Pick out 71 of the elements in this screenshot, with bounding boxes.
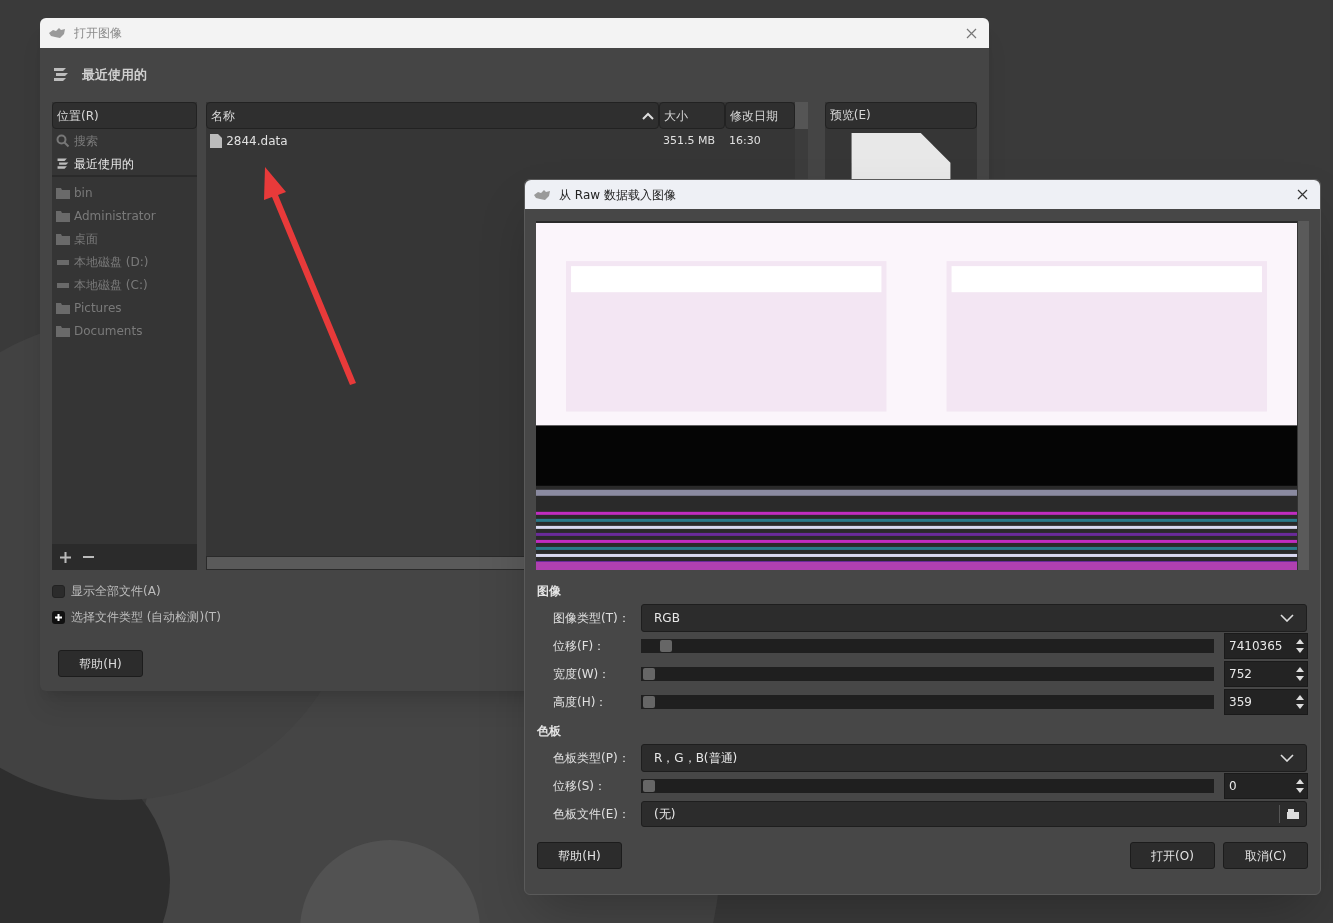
file-size: 351.5 MB	[661, 132, 716, 149]
slider-track[interactable]	[641, 695, 1214, 709]
section-title: 图像	[537, 583, 562, 600]
expander-icon[interactable]	[52, 610, 65, 624]
decrement-icon[interactable]	[1296, 788, 1304, 794]
slider-track[interactable]	[641, 667, 1214, 681]
increment-icon[interactable]	[1296, 778, 1304, 784]
slider-track[interactable]	[641, 779, 1214, 793]
folder-icon	[56, 186, 70, 199]
field-label: 色板类型(P)：	[552, 750, 631, 767]
number-field[interactable]: 0	[1224, 773, 1308, 799]
column-header[interactable]: 位置(R)	[52, 102, 198, 129]
add-icon[interactable]	[60, 551, 71, 563]
number-field[interactable]: 752	[1224, 661, 1308, 687]
field-label: 宽度(W)：	[552, 666, 612, 683]
window-title: 打开图像	[74, 25, 122, 42]
column-header[interactable]: 大小	[658, 102, 725, 129]
decrement-icon[interactable]	[1296, 676, 1304, 682]
column-header[interactable]: 名称	[206, 102, 659, 129]
slider-track[interactable]	[641, 639, 1214, 653]
field-label: 位移(F)：	[552, 638, 607, 655]
increment-icon[interactable]	[1296, 694, 1304, 700]
decrement-icon[interactable]	[1296, 648, 1304, 654]
file-modified: 16:30	[727, 132, 762, 149]
scrollbar[interactable]	[1297, 221, 1309, 570]
remove-icon[interactable]	[83, 555, 94, 559]
dropdown[interactable]: RGB	[641, 604, 1307, 632]
app-icon	[48, 27, 66, 39]
column-header[interactable]: 修改日期	[724, 102, 795, 129]
window-title: 从 Raw 数据载入图像	[559, 186, 676, 204]
stack-icon	[56, 156, 70, 171]
chevron-down-icon	[1280, 614, 1294, 622]
field-label: 图像类型(T)：	[552, 610, 631, 627]
checkbox[interactable]	[52, 584, 65, 598]
section-title: 色板	[537, 723, 562, 740]
sort-icon[interactable]	[641, 111, 654, 120]
file-field[interactable]: (无)	[641, 801, 1307, 827]
stack-icon	[52, 66, 70, 84]
app-icon	[533, 188, 551, 201]
number-field[interactable]: 359	[1224, 689, 1308, 715]
option-label[interactable]: 显示全部文件(A)	[71, 582, 161, 600]
option-label[interactable]: 选择文件类型 (自动检测)(T)	[71, 608, 221, 626]
folder-icon	[56, 232, 70, 245]
search-icon	[56, 133, 70, 148]
dialog-button[interactable]: 打开(O)	[1130, 842, 1215, 869]
chevron-down-icon	[1280, 754, 1294, 762]
field-label: 色板文件(E)：	[552, 806, 631, 823]
location-title: 最近使用的	[82, 66, 147, 85]
folder-icon	[56, 324, 70, 337]
slider-thumb[interactable]	[643, 696, 655, 708]
dropdown[interactable]: R，G，B(普通)	[641, 744, 1307, 772]
field-label: 高度(H)：	[552, 694, 609, 711]
folder-icon	[56, 301, 70, 314]
file-icon	[210, 134, 223, 148]
slider-thumb[interactable]	[643, 668, 655, 680]
folder-icon	[56, 209, 70, 222]
place-item[interactable]: 最近使用的	[52, 152, 198, 175]
folder-icon[interactable]	[1286, 808, 1300, 820]
help-button[interactable]: 帮助(H)	[58, 650, 143, 677]
field-label: 位移(S)：	[552, 778, 607, 795]
slider-thumb[interactable]	[643, 780, 655, 792]
number-field[interactable]: 7410365	[1224, 633, 1308, 659]
increment-icon[interactable]	[1296, 638, 1304, 644]
slider-thumb[interactable]	[659, 640, 672, 652]
increment-icon[interactable]	[1296, 666, 1304, 672]
preview-label: 预览(E)	[824, 102, 977, 129]
decrement-icon[interactable]	[1296, 704, 1304, 710]
dialog-button[interactable]: 帮助(H)	[537, 842, 622, 869]
file-name[interactable]: 2844.data	[226, 132, 288, 150]
dialog-button[interactable]: 取消(C)	[1223, 842, 1308, 869]
close-icon[interactable]	[1297, 189, 1308, 200]
